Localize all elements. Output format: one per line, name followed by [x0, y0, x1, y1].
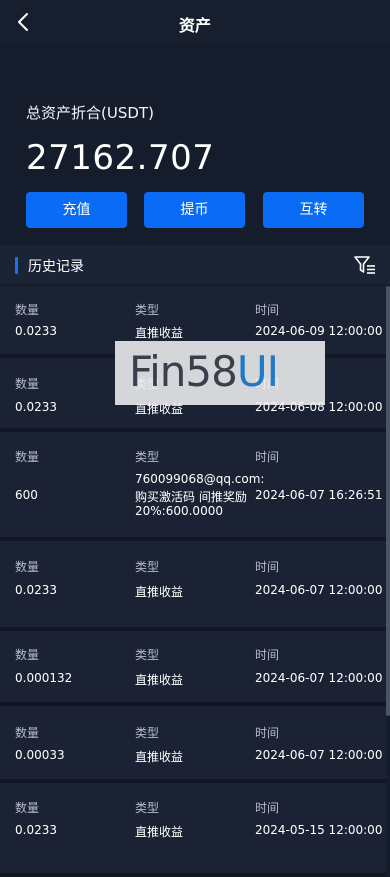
history-title: 历史记录 [28, 259, 84, 275]
type-label: 类型 [135, 648, 160, 662]
time-value: 2024-05-15 12:00:00 [255, 823, 383, 837]
type-label: 类型 [135, 801, 160, 815]
page-title: 资产 [178, 16, 211, 35]
type-value-line: 760099068@qq.com: [135, 472, 265, 486]
type-value: 直推收益 [135, 585, 184, 599]
history-record: 数量 类型 时间 0.000132 直推收益 2024-06-07 12:00:… [0, 631, 386, 706]
amount-label: 数量 [15, 377, 40, 391]
total-assets-label: 总资产折合(USDT) [26, 104, 154, 122]
amount-label: 数量 [15, 560, 40, 574]
type-value: 直推收益 [135, 750, 184, 764]
top-bar: 资产 [0, 0, 390, 44]
amount-label: 数量 [15, 726, 40, 740]
time-label: 时间 [255, 648, 280, 662]
history-record: 数量 类型 时间 0.0233 直推收益 2024-05-15 12:00:00 [0, 783, 386, 877]
time-label: 时间 [255, 450, 280, 464]
history-record: 数量 类型 时间 0.00033 直推收益 2024-06-07 12:00:0… [0, 706, 386, 783]
type-value: 直推收益 [135, 825, 184, 839]
history-header: 历史记录 [0, 246, 390, 284]
type-value: 直推收益 [135, 673, 184, 687]
time-label: 时间 [255, 726, 280, 740]
amount-value: 0.000132 [15, 671, 73, 685]
watermark-text: Fin58UI [129, 347, 279, 396]
withdraw-button[interactable]: 提币 [144, 192, 245, 228]
time-value: 2024-06-07 12:00:00 [255, 583, 383, 597]
section-marker [15, 257, 18, 274]
amount-value: 0.00033 [15, 748, 65, 762]
watermark-logo: Fin58UI [115, 341, 325, 405]
amount-label: 数量 [15, 648, 40, 662]
type-label: 类型 [135, 560, 160, 574]
amount-label: 数量 [15, 303, 40, 317]
amount-label: 数量 [15, 450, 40, 464]
amount-value: 0.0233 [15, 583, 57, 597]
watermark-part: UI [236, 347, 279, 396]
amount-value: 600 [15, 488, 38, 502]
time-value: 2024-06-07 16:26:51 [255, 488, 383, 502]
type-label: 类型 [135, 303, 160, 317]
scrollbar[interactable] [386, 286, 390, 716]
history-record: 数量 类型 时间 600 760099068@qq.com: 购买激活码 间推奖… [0, 432, 386, 541]
amount-value: 0.0233 [15, 823, 57, 837]
amount-value: 0.0233 [15, 400, 57, 414]
time-value: 2024-06-07 12:00:00 [255, 671, 383, 685]
time-label: 时间 [255, 560, 280, 574]
transfer-button[interactable]: 互转 [263, 192, 364, 228]
type-value-line: 20%:600.0000 [135, 504, 223, 518]
type-label: 类型 [135, 450, 160, 464]
total-assets-value: 27162.707 [26, 138, 215, 178]
type-value: 直推收益 [135, 326, 184, 340]
time-value: 2024-06-09 12:00:00 [255, 324, 383, 338]
time-label: 时间 [255, 303, 280, 317]
type-value-line: 购买激活码 间推奖励 [135, 490, 247, 504]
time-label: 时间 [255, 801, 280, 815]
history-record: 数量 类型 时间 0.0233 直推收益 2024-06-07 12:00:00 [0, 541, 386, 631]
amount-label: 数量 [15, 801, 40, 815]
deposit-button[interactable]: 充值 [26, 192, 127, 228]
watermark-part: Fin58 [129, 347, 238, 396]
amount-value: 0.0233 [15, 324, 57, 338]
filter-icon[interactable] [354, 254, 376, 276]
type-label: 类型 [135, 726, 160, 740]
time-value: 2024-06-07 12:00:00 [255, 748, 383, 762]
